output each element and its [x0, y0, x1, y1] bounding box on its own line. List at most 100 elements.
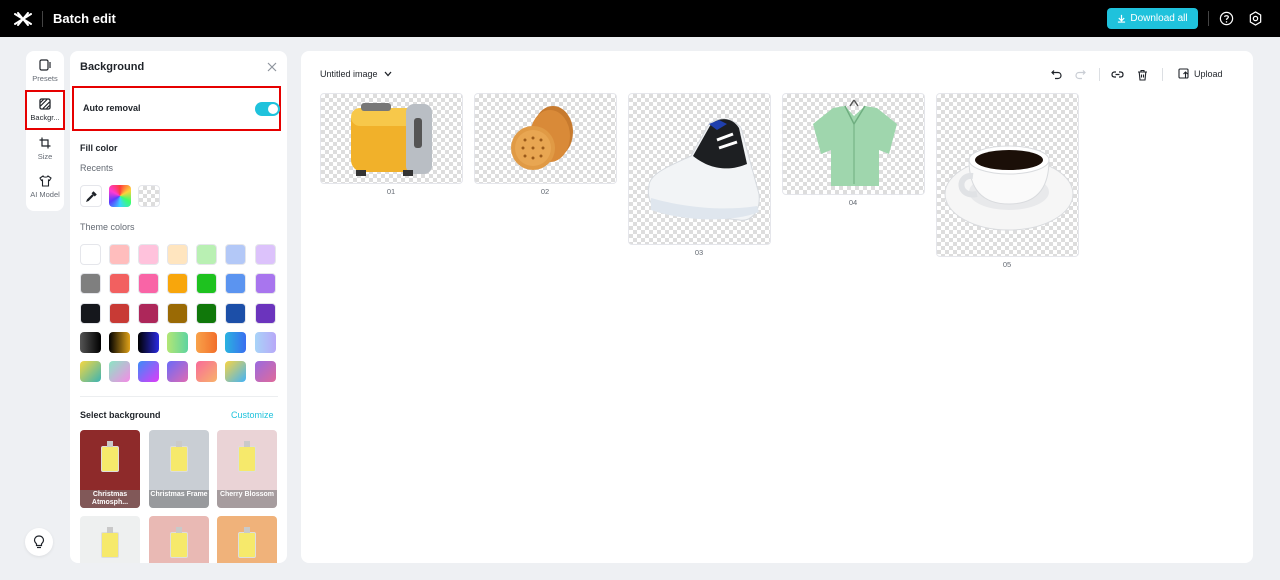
fill-color-title: Fill color — [80, 143, 118, 153]
theme-color-swatch[interactable] — [80, 332, 101, 353]
theme-color-swatch[interactable] — [196, 332, 217, 353]
image-thumbnail-toaster[interactable] — [320, 93, 463, 184]
color-wheel-swatch[interactable] — [109, 185, 131, 207]
background-template-card[interactable] — [217, 516, 277, 563]
nav-item-presets[interactable]: Presets — [26, 59, 64, 83]
theme-color-swatch[interactable] — [225, 244, 246, 265]
theme-color-swatch[interactable] — [255, 332, 276, 353]
theme-color-swatch[interactable] — [138, 273, 159, 294]
theme-color-swatch[interactable] — [167, 273, 188, 294]
undo-icon[interactable] — [1050, 68, 1063, 81]
theme-color-swatch[interactable] — [255, 303, 276, 324]
download-all-button[interactable]: Download all — [1107, 8, 1198, 29]
background-template-card[interactable]: Christmas Frame — [149, 430, 209, 508]
image-thumbnail-crackers[interactable] — [474, 93, 617, 184]
upload-image-icon — [1178, 68, 1189, 79]
theme-color-swatch[interactable] — [196, 244, 217, 265]
theme-color-swatch[interactable] — [167, 303, 188, 324]
image-thumbnail-shirt[interactable] — [782, 93, 925, 195]
lightbulb-icon — [33, 535, 45, 549]
tips-button[interactable] — [25, 528, 53, 556]
nav-item-ai-model[interactable]: AI Model — [26, 175, 64, 199]
theme-color-swatch[interactable] — [225, 332, 246, 353]
theme-color-swatch[interactable] — [255, 273, 276, 294]
theme-color-swatch[interactable] — [109, 361, 130, 382]
customize-link[interactable]: Customize — [231, 410, 274, 420]
eyedropper-button[interactable] — [80, 185, 102, 207]
theme-color-swatch[interactable] — [80, 244, 101, 265]
theme-color-swatch[interactable] — [225, 361, 246, 382]
nav-item-label: Size — [37, 152, 53, 161]
image-thumbnail-coffee-cup[interactable] — [936, 93, 1079, 257]
upload-button[interactable]: Upload — [1178, 68, 1223, 79]
nav-item-label: Presets — [32, 74, 58, 83]
trash-icon[interactable] — [1136, 68, 1149, 81]
help-icon[interactable] — [1219, 11, 1234, 26]
nav-highlight-frame — [25, 90, 65, 130]
background-template-card[interactable]: Cherry Blossom — [217, 430, 277, 508]
image-thumbnail-sneaker[interactable] — [628, 93, 771, 245]
background-template-card[interactable] — [149, 516, 209, 563]
theme-color-swatch[interactable] — [225, 303, 246, 324]
crackers-image — [511, 106, 573, 170]
theme-color-swatch[interactable] — [196, 361, 217, 382]
auto-removal-row: Auto removal — [72, 86, 281, 131]
close-icon[interactable] — [266, 61, 278, 73]
background-template-card[interactable] — [80, 516, 140, 563]
capcut-logo-icon[interactable] — [14, 10, 32, 28]
upload-label: Upload — [1194, 68, 1223, 79]
theme-color-swatch[interactable] — [167, 361, 188, 382]
theme-color-swatch[interactable] — [109, 332, 130, 353]
background-panel: Background Auto removal Fill color Recen… — [70, 51, 287, 563]
theme-color-swatch[interactable] — [196, 303, 217, 324]
image-label: 01 — [386, 187, 396, 196]
background-template-label: Christmas Frame — [149, 490, 209, 508]
background-template-label: Cherry Blossom — [217, 490, 277, 508]
recents-label: Recents — [80, 163, 114, 173]
divider — [1162, 68, 1163, 81]
select-background-title: Select background — [80, 410, 161, 420]
theme-colors-label: Theme colors — [80, 222, 135, 232]
link-icon[interactable] — [1111, 68, 1124, 81]
theme-color-swatch[interactable] — [109, 303, 130, 324]
perfume-bottle-image — [101, 441, 119, 472]
theme-color-swatch[interactable] — [80, 303, 101, 324]
theme-color-swatch[interactable] — [109, 244, 130, 265]
theme-color-swatch[interactable] — [255, 244, 276, 265]
presets-icon — [38, 59, 51, 71]
theme-color-swatch[interactable] — [138, 244, 159, 265]
image-label: 05 — [1002, 260, 1012, 269]
perfume-bottle-image — [238, 441, 256, 472]
redo-icon[interactable] — [1074, 68, 1087, 81]
panel-title: Background — [80, 61, 145, 73]
theme-color-swatch[interactable] — [167, 244, 188, 265]
theme-color-swatch[interactable] — [225, 273, 246, 294]
coffee-cup-image — [944, 145, 1074, 231]
theme-color-swatch[interactable] — [138, 332, 159, 353]
image-label: 03 — [694, 248, 704, 257]
theme-color-swatch[interactable] — [255, 361, 276, 382]
background-template-card[interactable]: Christmas Atmosph... — [80, 430, 140, 508]
perfume-bottle-image — [238, 527, 256, 558]
perfume-bottle-image — [170, 527, 188, 558]
theme-color-swatch[interactable] — [196, 273, 217, 294]
divider — [42, 10, 43, 27]
settings-gear-icon[interactable] — [1248, 11, 1263, 26]
nav-item-size[interactable]: Size — [26, 137, 64, 161]
theme-color-swatch[interactable] — [138, 361, 159, 382]
left-nav-rail: Presets Backgr... Size AI Model — [26, 51, 64, 211]
theme-color-swatch[interactable] — [80, 361, 101, 382]
divider — [80, 396, 278, 397]
image-label: 02 — [540, 187, 550, 196]
theme-color-swatch[interactable] — [167, 332, 188, 353]
document-name: Untitled image — [320, 69, 378, 79]
theme-color-swatch[interactable] — [138, 303, 159, 324]
auto-removal-toggle[interactable] — [255, 102, 280, 116]
document-name-dropdown[interactable]: Untitled image — [320, 69, 392, 79]
theme-color-swatch[interactable] — [80, 273, 101, 294]
eyedropper-icon — [85, 190, 97, 202]
auto-removal-label: Auto removal — [83, 103, 141, 113]
divider — [1208, 11, 1209, 26]
theme-color-swatch[interactable] — [109, 273, 130, 294]
transparent-swatch[interactable] — [138, 185, 160, 207]
